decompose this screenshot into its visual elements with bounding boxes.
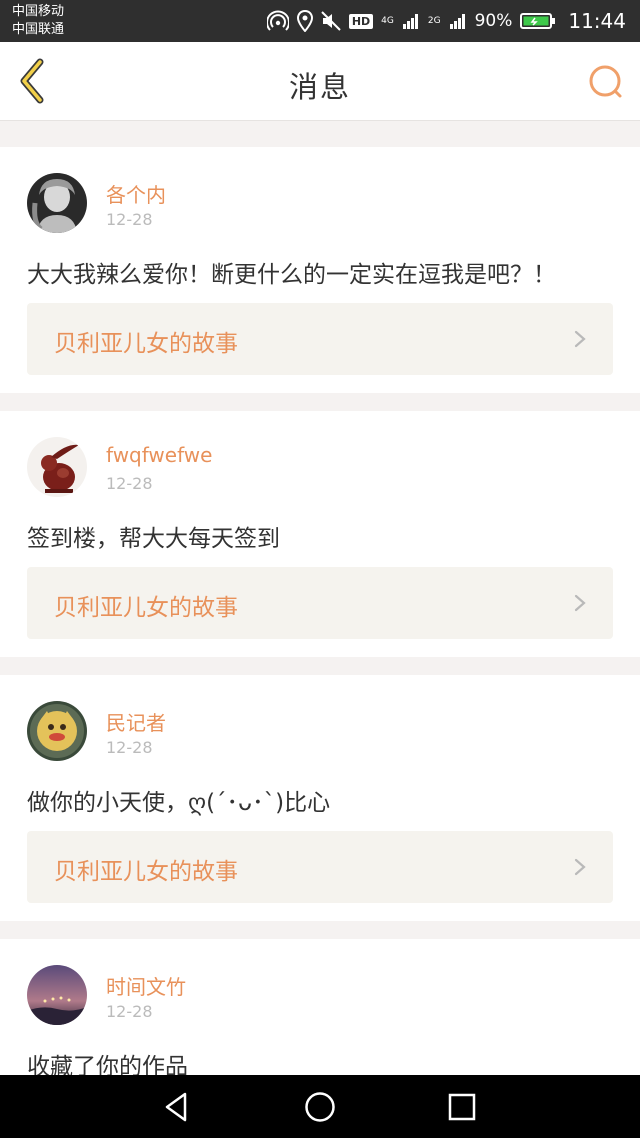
circle-home-icon [305, 1092, 335, 1122]
message-date: 12-28 [106, 210, 153, 229]
clock: 11:44 [568, 9, 626, 33]
carrier-info: 中国移动 中国联通 [12, 3, 64, 39]
username[interactable]: 民记者 [106, 707, 166, 736]
avatar[interactable] [27, 173, 87, 233]
story-title: 贝利亚儿女的故事 [54, 859, 238, 885]
carrier-2-label: 中国联通 [12, 22, 65, 37]
message-date: 12-28 [106, 1002, 153, 1021]
search-icon [589, 65, 622, 98]
message-text: 收藏了你的作品 [27, 1054, 188, 1075]
search-button[interactable] [586, 62, 626, 102]
carrier-1-label: 中国移动 [12, 4, 65, 19]
location-icon [296, 10, 313, 32]
avatar[interactable] [27, 701, 87, 761]
username[interactable]: 时间文竹 [106, 971, 186, 1000]
story-title: 贝利亚儿女的故事 [54, 331, 238, 357]
story-link[interactable]: 贝利亚儿女的故事 [27, 303, 613, 375]
message-text: 大大我辣么爱你！断更什么的一定实在逗我是吧？！ [27, 262, 556, 288]
message-card: 各个内 12-28 大大我辣么爱你！断更什么的一定实在逗我是吧？！ 贝利亚儿女的… [0, 147, 640, 393]
story-title: 贝利亚儿女的故事 [54, 595, 238, 621]
message-card: 时间文竹 12-28 收藏了你的作品 [0, 939, 640, 1075]
message-card: fwqfwefwe 12-28 签到楼，帮大大每天签到 贝利亚儿女的故事 [0, 411, 640, 657]
triangle-back-icon [165, 1092, 187, 1122]
system-nav-bar [0, 1075, 640, 1138]
header-bar: 消息 [0, 42, 640, 121]
chevron-right-icon [574, 594, 586, 612]
signal-2-icon [449, 14, 465, 29]
nav-home-button[interactable] [302, 1089, 338, 1125]
message-feed[interactable]: 各个内 12-28 大大我辣么爱你！断更什么的一定实在逗我是吧？！ 贝利亚儿女的… [0, 121, 640, 1075]
message-text: 做你的小天使，ღ(´･ᴗ･`)比心 [27, 790, 331, 816]
hd-icon: HD [348, 13, 374, 29]
status-icons: HD 4G 2G 90% 11:44 [266, 8, 626, 34]
mute-icon [321, 11, 341, 31]
message-date: 12-28 [106, 738, 153, 757]
page-title: 消息 [288, 70, 351, 104]
avatar[interactable] [27, 437, 87, 497]
battery-percent: 90% [474, 11, 513, 31]
message-text: 签到楼，帮大大每天签到 [27, 526, 280, 552]
square-recents-icon [448, 1093, 476, 1121]
status-bar: 中国移动 中国联通 HD 4G 2G 90% 11:44 [0, 0, 640, 42]
network-2-label: 2G [427, 15, 441, 26]
hotspot-icon [266, 10, 289, 31]
story-link[interactable]: 贝利亚儿女的故事 [27, 567, 613, 639]
chevron-right-icon [574, 330, 586, 348]
signal-1-icon [402, 14, 418, 29]
username[interactable]: 各个内 [106, 179, 166, 208]
avatar[interactable] [27, 965, 87, 1025]
network-1-label: 4G [381, 15, 394, 26]
message-card: 民记者 12-28 做你的小天使，ღ(´･ᴗ･`)比心 贝利亚儿女的故事 [0, 675, 640, 921]
battery-icon [520, 13, 556, 29]
username[interactable]: fwqfwefwe [106, 443, 212, 467]
nav-back-button[interactable] [159, 1089, 195, 1125]
nav-recents-button[interactable] [444, 1089, 480, 1125]
story-link[interactable]: 贝利亚儿女的故事 [27, 831, 613, 903]
chevron-right-icon [574, 858, 586, 876]
message-date: 12-28 [106, 474, 153, 493]
